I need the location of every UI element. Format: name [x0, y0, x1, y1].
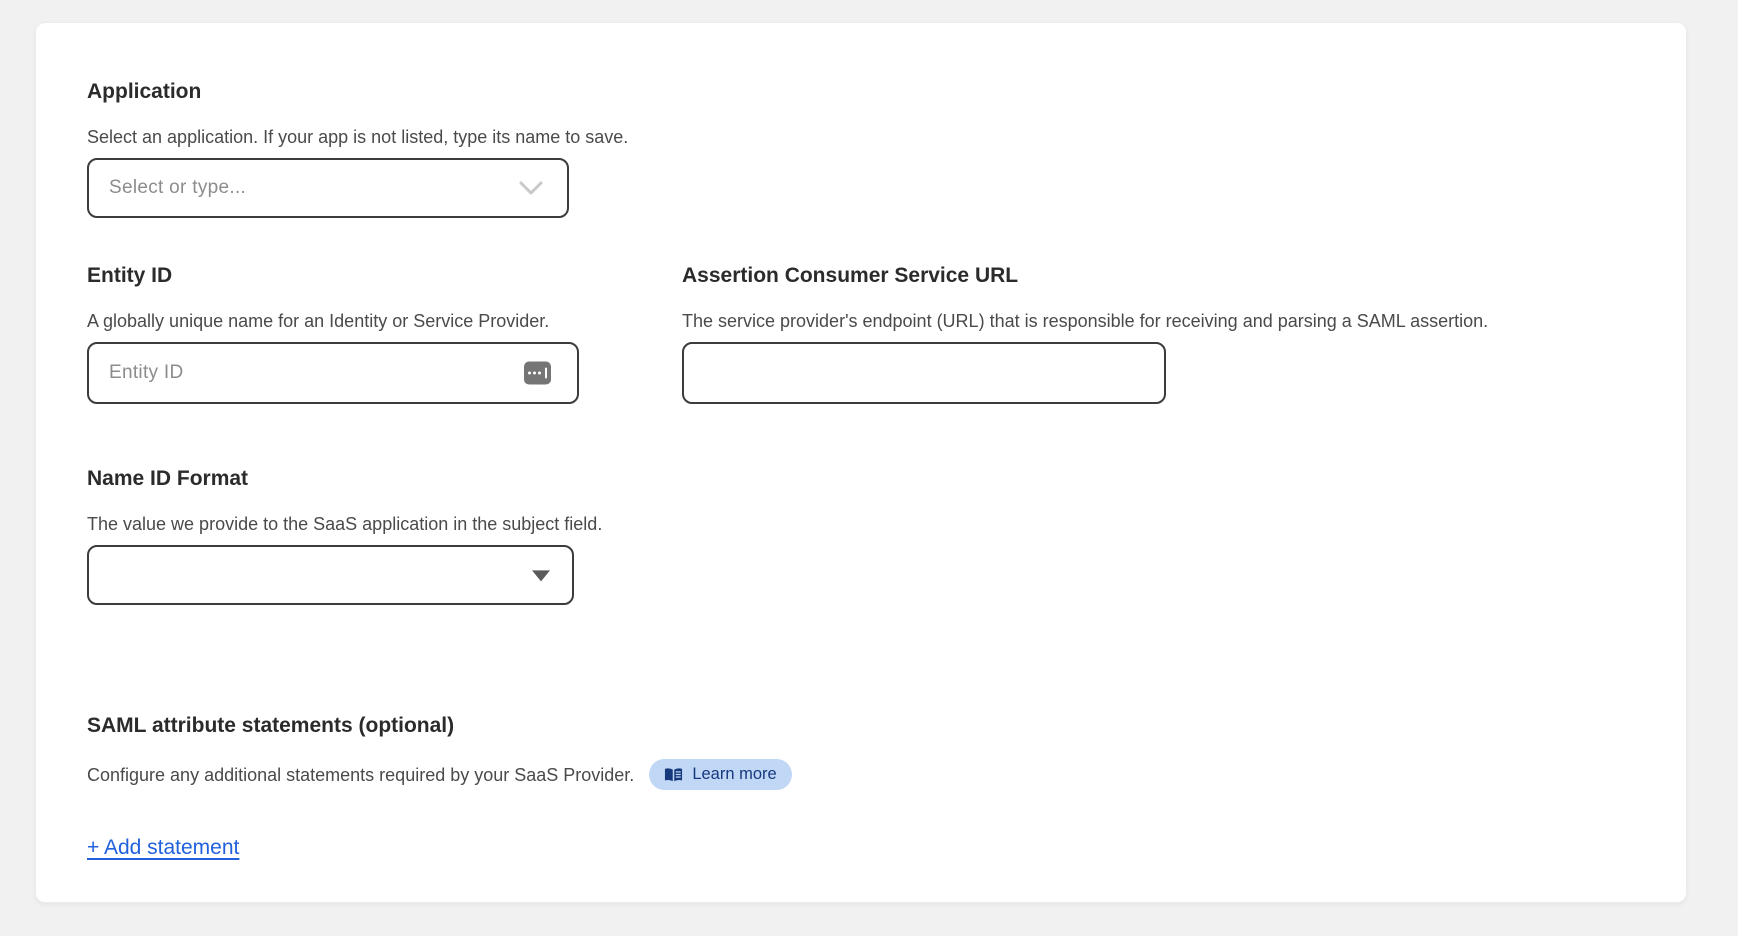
name-id-format-section: Name ID Format The value we provide to t…	[87, 466, 1635, 605]
entity-acs-row: Entity ID A globally unique name for an …	[87, 263, 1635, 404]
learn-more-label: Learn more	[692, 765, 776, 784]
learn-more-button[interactable]: Learn more	[649, 759, 791, 790]
entity-id-section: Entity ID A globally unique name for an …	[87, 263, 682, 404]
saml-config-card: Application Select an application. If yo…	[35, 22, 1687, 903]
name-id-format-description: The value we provide to the SaaS applica…	[87, 512, 1635, 536]
entity-id-title: Entity ID	[87, 263, 682, 289]
acs-url-section: Assertion Consumer Service URL The servi…	[682, 263, 1635, 404]
acs-url-input-wrap	[682, 342, 1166, 404]
application-section: Application Select an application. If yo…	[87, 79, 1635, 218]
entity-id-input-wrap	[87, 342, 579, 404]
chevron-down-icon	[519, 181, 543, 195]
application-select[interactable]: Select or type...	[87, 158, 569, 218]
entity-id-input[interactable]	[87, 342, 579, 404]
application-title: Application	[87, 79, 1635, 105]
acs-url-description: The service provider's endpoint (URL) th…	[682, 309, 1635, 333]
saml-statements-description-row: Configure any additional statements requ…	[87, 759, 1635, 790]
name-id-format-select[interactable]	[87, 545, 574, 605]
add-statement-link[interactable]: + Add statement	[87, 836, 239, 860]
acs-url-title: Assertion Consumer Service URL	[682, 263, 1635, 289]
name-id-format-title: Name ID Format	[87, 466, 1635, 492]
entity-id-description: A globally unique name for an Identity o…	[87, 309, 682, 333]
saml-statements-description: Configure any additional statements requ…	[87, 763, 634, 787]
book-open-icon	[664, 767, 683, 783]
application-select-placeholder: Select or type...	[89, 177, 246, 199]
application-description: Select an application. If your app is no…	[87, 125, 1635, 149]
saml-statements-title: SAML attribute statements (optional)	[87, 713, 1635, 739]
acs-url-input[interactable]	[682, 342, 1166, 404]
saml-statements-section: SAML attribute statements (optional) Con…	[87, 713, 1635, 860]
caret-down-icon	[532, 570, 550, 581]
autofill-icon[interactable]	[524, 362, 551, 385]
